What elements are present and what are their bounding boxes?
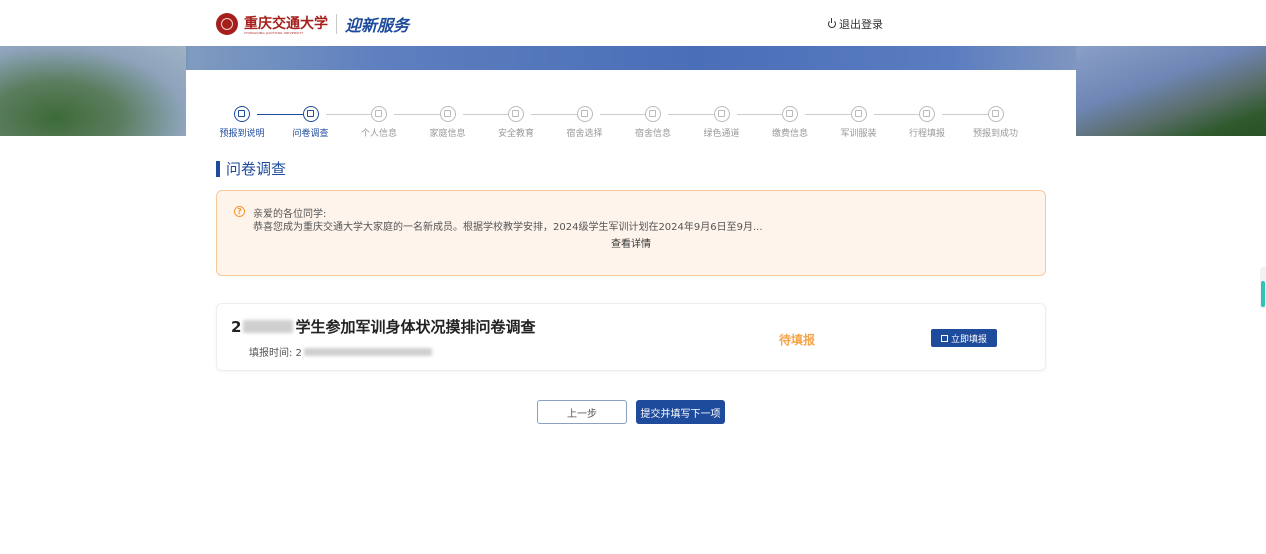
notice-box: ? 亲爱的各位同学: 恭喜您成为重庆交通大学大家庭的一名新成员。根据学校教学安排… xyxy=(216,190,1046,276)
step-item[interactable]: 缴费信息 xyxy=(756,106,824,139)
step-icon xyxy=(439,106,456,122)
step-item[interactable]: 宿舍选择 xyxy=(551,106,619,139)
step-item[interactable]: 安全教育 xyxy=(482,106,550,139)
logout-button[interactable]: 退出登录 xyxy=(828,16,883,32)
step-item[interactable]: 预报到说明 xyxy=(208,106,276,139)
redacted-text xyxy=(243,320,294,333)
service-name: 迎新服务 xyxy=(345,16,410,35)
step-label: 个人信息 xyxy=(360,129,397,139)
step-label: 安全教育 xyxy=(497,129,534,139)
step-icon xyxy=(508,106,524,122)
survey-item: 2 学生参加军训身体状况摸排问卷调查 填报时间: 2 待填报 立即填报 xyxy=(216,303,1046,371)
top-header: 重庆交通大学 CHONGQING JIAOTONG UNIVERSITY 迎新服… xyxy=(0,0,1266,47)
survey-status-badge: 待填报 xyxy=(779,333,816,347)
submit-next-button[interactable]: 提交并填写下一项 xyxy=(636,400,725,424)
step-item[interactable]: 问卷调查 xyxy=(277,106,345,139)
university-logo[interactable]: 重庆交通大学 CHONGQING JIAOTONG UNIVERSITY 迎新服… xyxy=(216,12,409,36)
step-item[interactable]: 家庭信息 xyxy=(414,106,482,139)
step-icon xyxy=(371,106,387,122)
survey-title: 2 学生参加军训身体状况摸排问卷调查 xyxy=(231,316,535,337)
step-label: 绿色通道 xyxy=(703,129,740,139)
step-icon xyxy=(919,106,935,122)
step-icon xyxy=(987,106,1004,122)
step-item[interactable]: 军训服装 xyxy=(825,106,893,139)
fill-now-label: 立即填报 xyxy=(950,334,987,345)
logout-label: 退出登录 xyxy=(839,18,883,31)
step-icon xyxy=(234,106,250,122)
step-item[interactable]: 绿色通道 xyxy=(688,106,756,139)
step-label: 预报到说明 xyxy=(219,129,265,139)
redacted-time xyxy=(303,347,432,356)
survey-title-prefix: 2 xyxy=(231,317,242,336)
step-label: 军训服装 xyxy=(840,129,877,139)
step-label: 宿舍选择 xyxy=(566,129,603,139)
step-item[interactable]: 行程填报 xyxy=(893,106,961,139)
survey-title-text: 学生参加军训身体状况摸排问卷调查 xyxy=(295,318,536,336)
step-label: 预报到成功 xyxy=(972,129,1018,139)
section-title-bar xyxy=(216,160,220,177)
step-item[interactable]: 预报到成功 xyxy=(962,106,1030,139)
step-label: 缴费信息 xyxy=(771,129,808,139)
banner-right-photo xyxy=(1076,46,1266,136)
section-title-text: 问卷调查 xyxy=(226,160,287,178)
previous-step-button[interactable]: 上一步 xyxy=(537,400,627,424)
power-icon xyxy=(828,18,836,28)
survey-time: 填报时间: 2 xyxy=(249,344,432,359)
step-item[interactable]: 宿舍信息 xyxy=(619,106,687,139)
banner-left-photo xyxy=(0,46,186,136)
step-label: 问卷调查 xyxy=(292,129,329,139)
view-details-link[interactable]: 查看详情 xyxy=(217,235,1045,250)
progress-steps: 预报到说明 问卷调查 个人信息 家庭信息 安全教育 宿舍选择 宿舍信息 绿色通道 缴费信息 军训服… xyxy=(216,106,1056,142)
fill-now-button[interactable]: 立即填报 xyxy=(931,329,997,347)
question-icon: ? xyxy=(234,206,245,217)
step-icon xyxy=(576,106,593,122)
step-icon xyxy=(713,106,730,122)
view-details-label: 查看详情 xyxy=(611,239,651,250)
step-item[interactable]: 个人信息 xyxy=(345,106,413,139)
step-icon xyxy=(302,106,319,122)
edit-icon xyxy=(940,334,948,342)
step-label: 宿舍信息 xyxy=(634,129,671,139)
logo-chinese-name: 重庆交通大学 xyxy=(244,16,328,32)
step-icon xyxy=(782,106,798,122)
notice-body: 恭喜您成为重庆交通大学大家庭的一名新成员。根据学校教学安排，2024级学生军训计… xyxy=(253,222,763,233)
logo-divider xyxy=(336,14,337,34)
university-seal-icon xyxy=(216,13,238,35)
step-label: 家庭信息 xyxy=(429,129,466,139)
step-label: 行程填报 xyxy=(908,129,945,139)
side-float-tab[interactable] xyxy=(1260,267,1266,309)
survey-time-label: 填报时间: 2 xyxy=(249,348,302,359)
step-icon xyxy=(645,106,661,122)
step-icon xyxy=(850,106,867,122)
section-title: 问卷调查 xyxy=(216,158,286,179)
logo-english-name: CHONGQING JIAOTONG UNIVERSITY xyxy=(244,31,304,35)
